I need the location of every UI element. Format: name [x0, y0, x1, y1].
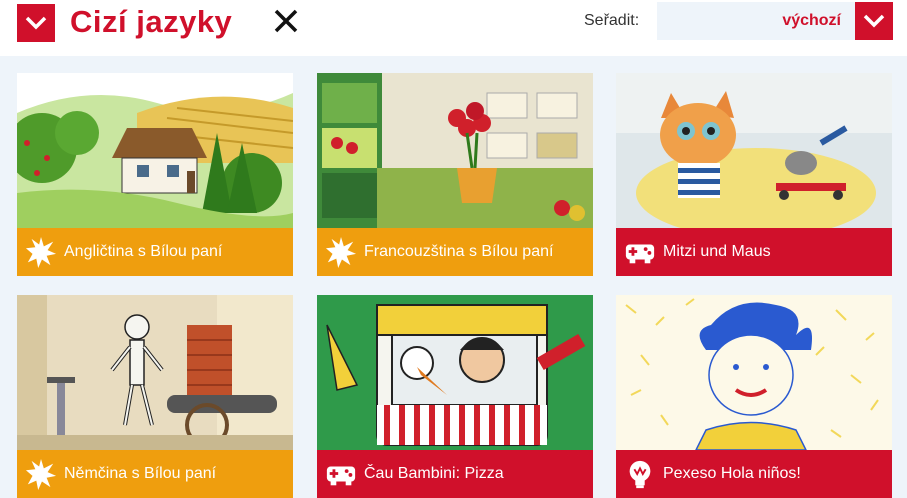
card-thumbnail: [317, 73, 593, 228]
card-anglictina[interactable]: Angličtina s Bílou paní: [17, 73, 293, 276]
star-burst-icon: [24, 457, 58, 491]
card-label: Mitzi und Maus: [663, 243, 771, 260]
close-icon: [274, 9, 298, 33]
card-mitzi-und-maus[interactable]: Mitzi und Maus: [616, 73, 892, 276]
card-cau-bambini[interactable]: Čau Bambini: Pizza: [317, 295, 593, 498]
card-francouzstina[interactable]: Francouzština s Bílou paní: [317, 73, 593, 276]
card-label: Pexeso Hola niños!: [663, 465, 801, 482]
card-thumbnail: [17, 73, 293, 228]
card-thumbnail: [317, 295, 593, 450]
chevron-down-icon: [863, 14, 885, 28]
sort-select[interactable]: výchozí: [657, 2, 855, 40]
card-label: Francouzština s Bílou paní: [364, 243, 554, 260]
gamepad-icon: [623, 235, 657, 269]
card-title-bar: Čau Bambini: Pizza: [317, 450, 593, 498]
star-burst-icon: [24, 235, 58, 269]
card-title-bar: Pexeso Hola niños!: [616, 450, 892, 498]
card-title-bar: Angličtina s Bílou paní: [17, 228, 293, 276]
chevron-down-icon: [25, 16, 47, 30]
star-burst-icon: [324, 235, 358, 269]
sort-label: Seřadit:: [584, 12, 640, 29]
card-nemcina[interactable]: Němčina s Bílou paní: [17, 295, 293, 498]
card-label: Angličtina s Bílou paní: [64, 243, 223, 260]
card-thumbnail: [616, 73, 892, 228]
card-title-bar: Němčina s Bílou paní: [17, 450, 293, 498]
sort-selected-value: výchozí: [782, 12, 841, 29]
card-thumbnail: [17, 295, 293, 450]
lightbulb-icon: [623, 457, 657, 491]
card-title-bar: Francouzština s Bílou paní: [317, 228, 593, 276]
card-thumbnail: [616, 295, 892, 450]
card-label: Čau Bambini: Pizza: [364, 465, 504, 482]
menu-toggle-button[interactable]: [17, 4, 55, 42]
page-title: Cizí jazyky: [70, 4, 233, 39]
card-label: Němčina s Bílou paní: [64, 465, 217, 482]
page-header: Cizí jazyky Seřadit: výchozí: [0, 0, 907, 50]
gamepad-icon: [324, 457, 358, 491]
card-title-bar: Mitzi und Maus: [616, 228, 892, 276]
close-button[interactable]: [271, 6, 301, 36]
card-pexeso-hola-ninos[interactable]: Pexeso Hola niños!: [616, 295, 892, 498]
sort-dropdown-button[interactable]: [855, 2, 893, 40]
